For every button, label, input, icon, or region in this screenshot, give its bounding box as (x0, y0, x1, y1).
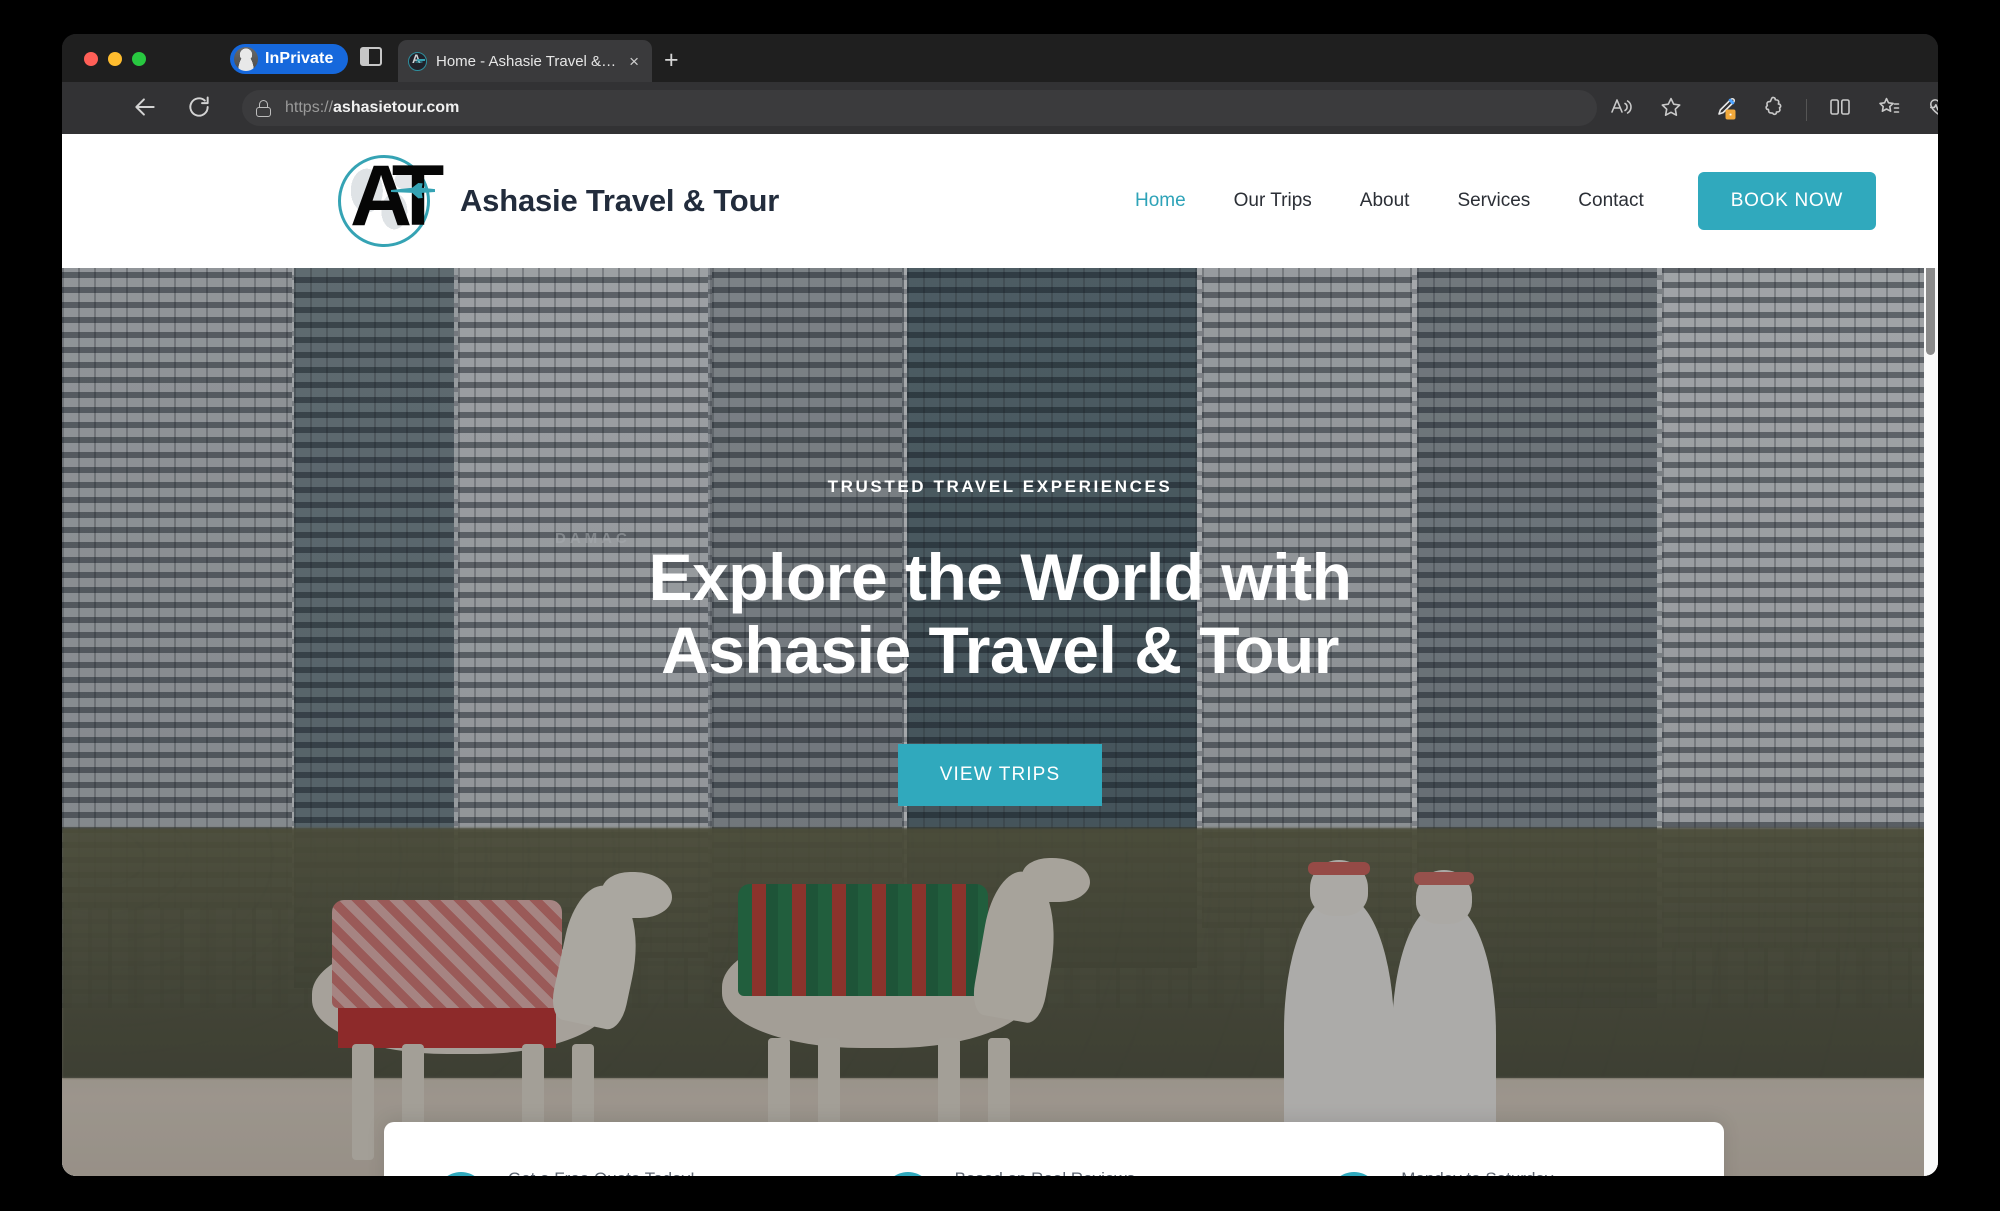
copilot-icon[interactable] (1712, 93, 1740, 126)
nav-item-about[interactable]: About (1336, 190, 1434, 212)
maximize-window-button[interactable] (132, 52, 146, 66)
book-now-button[interactable]: BOOK NOW (1697, 172, 1876, 230)
ashasie-logo-icon: AT (328, 149, 444, 253)
main-navigation: Home Our Trips About Services Contact BO… (1111, 172, 1876, 230)
view-trips-button[interactable]: VIEW TRIPS (897, 744, 1103, 807)
site-header: AT Ashasie Travel & Tour Home Our Trips … (62, 134, 1938, 268)
close-window-button[interactable] (84, 52, 98, 66)
close-icon[interactable]: × (626, 51, 642, 72)
inprivate-profile-pill[interactable]: InPrivate (230, 44, 348, 74)
hero-content: TRUSTED TRAVEL EXPERIENCES Explore the W… (62, 268, 1938, 1176)
info-item-hours: Monday to Saturday 9:00 AM – 5:00 PM (1277, 1169, 1724, 1176)
page-scrollbar-track[interactable] (1924, 134, 1938, 1176)
lock-icon (256, 99, 271, 117)
nav-item-services[interactable]: Services (1433, 190, 1554, 212)
tab-title: Home - Ashasie Travel & Tour (436, 52, 618, 70)
star-icon (882, 1172, 933, 1176)
browser-tab[interactable]: Home - Ashasie Travel & Tour × (398, 40, 652, 82)
info-phone-caption: Get a Free Quote Today! (508, 1169, 695, 1176)
read-aloud-icon[interactable] (1609, 95, 1633, 124)
browser-toolbar: https://ashasietour.com (62, 82, 1938, 134)
favorite-star-icon[interactable] (1659, 95, 1683, 124)
hero-section: DAMAC TRUSTED TRAVEL EXPERIENCES Explore… (62, 268, 1938, 1176)
info-reviews-caption: Based on Real Reviews (955, 1169, 1135, 1176)
info-item-phone[interactable]: Get a Free Quote Today! 233545117950 (384, 1169, 831, 1176)
tab-actions-icon[interactable] (360, 47, 386, 71)
inprivate-label: InPrivate (265, 50, 334, 67)
new-tab-button[interactable]: + (664, 48, 679, 73)
avatar (234, 47, 258, 71)
nav-item-our-trips[interactable]: Our Trips (1210, 190, 1336, 212)
browser-window: InPrivate Home - Ashasie Travel & Tour ×… (62, 34, 1938, 1176)
browser-essentials-icon[interactable] (1927, 95, 1938, 124)
lifebuoy-icon (1329, 1172, 1380, 1176)
info-card-bar: Get a Free Quote Today! 233545117950 Bas… (384, 1122, 1724, 1176)
brand-name: Ashasie Travel & Tour (460, 183, 780, 218)
phone-icon (436, 1172, 486, 1176)
brand-logo-link[interactable]: AT Ashasie Travel & Tour (328, 149, 779, 253)
nav-item-contact[interactable]: Contact (1554, 190, 1667, 212)
hero-headline-line2: Ashasie Travel & Tour (661, 612, 1339, 687)
favicon-icon (408, 51, 427, 71)
extensions-icon[interactable] (1762, 95, 1786, 124)
address-bar[interactable]: https://ashasietour.com (242, 90, 1597, 126)
tab-strip: InPrivate Home - Ashasie Travel & Tour ×… (62, 34, 1938, 82)
minimize-window-button[interactable] (108, 52, 122, 66)
collections-icon[interactable] (1877, 95, 1901, 124)
hero-headline-line1: Explore the World with (648, 540, 1352, 614)
info-item-reviews: Based on Real Reviews 5 Star Service (831, 1169, 1278, 1176)
toolbar-divider (1806, 99, 1807, 121)
split-screen-icon[interactable] (1828, 95, 1852, 124)
url-text: https://ashasietour.com (285, 99, 460, 116)
info-hours-caption: Monday to Saturday (1401, 1169, 1618, 1176)
reload-icon[interactable] (186, 94, 212, 125)
back-arrow-icon[interactable] (132, 94, 158, 125)
hero-eyebrow: TRUSTED TRAVEL EXPERIENCES (827, 477, 1173, 496)
page-viewport: AT Ashasie Travel & Tour Home Our Trips … (62, 134, 1938, 1176)
window-traffic-lights (84, 52, 146, 66)
nav-item-home[interactable]: Home (1111, 190, 1210, 212)
